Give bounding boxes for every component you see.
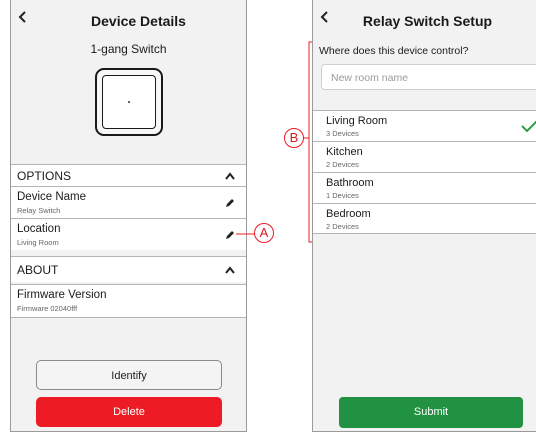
firmware-label: Firmware Version [17,289,107,301]
options-section-header[interactable]: OPTIONS [11,164,246,186]
callout-b: B [284,128,304,148]
room-name: Bathroom [326,177,374,189]
switch-plate [102,75,156,129]
firmware-value: Firmware 02040fff [17,304,78,313]
chevron-up-icon[interactable] [224,265,236,275]
callout-a-leader [236,233,256,235]
room-device-count: 2 Devices [326,160,359,169]
device-name-row[interactable]: Device Name Relay Switch [11,186,246,218]
location-row[interactable]: Location Living Room [11,218,246,250]
new-room-input[interactable]: New room name [321,64,536,90]
switch-led [128,101,130,103]
pencil-icon[interactable] [224,197,236,209]
room-row-living-room[interactable]: Living Room 3 Devices [313,110,536,141]
page-title: Relay Switch Setup [362,13,493,29]
room-row-kitchen[interactable]: Kitchen 2 Devices [313,141,536,172]
page-title: Device Details [91,13,186,29]
device-type-label: 1-gang Switch [90,42,167,56]
checkmark-icon [521,120,536,133]
about-header-label: ABOUT [17,263,59,277]
room-name: Kitchen [326,146,363,158]
room-name: Living Room [326,115,388,127]
submit-button[interactable]: Submit [339,397,523,428]
firmware-row: Firmware Version Firmware 02040fff [11,284,246,318]
location-label: Location [17,223,61,235]
device-details-screen: Device Details 1-gang Switch OPTIONS Dev… [10,0,247,432]
header-bar: Relay Switch Setup [313,0,536,40]
callout-a: A [254,223,274,243]
relay-setup-screen: Relay Switch Setup Where does this devic… [312,0,536,432]
pencil-icon[interactable] [224,229,236,241]
about-section-header[interactable]: ABOUT [11,256,246,282]
back-icon[interactable] [319,10,335,28]
switch-device-icon [95,68,163,136]
chevron-up-icon[interactable] [224,171,236,181]
device-name-label: Device Name [17,191,87,203]
location-value: Living Room [17,238,59,247]
room-name: Bedroom [326,208,371,220]
options-header-label: OPTIONS [17,169,72,183]
delete-button[interactable]: Delete [36,397,222,427]
identify-button[interactable]: Identify [36,360,222,390]
header-bar: Device Details [11,0,246,40]
room-device-count: 3 Devices [326,129,359,138]
room-row-bathroom[interactable]: Bathroom 1 Devices [313,172,536,203]
device-name-value: Relay Switch [17,206,61,215]
room-row-bedroom[interactable]: Bedroom 2 Devices [313,203,536,234]
room-device-count: 2 Devices [326,222,359,231]
location-question: Where does this device control? [319,45,469,57]
back-icon[interactable] [17,10,33,28]
room-device-count: 1 Devices [326,191,359,200]
